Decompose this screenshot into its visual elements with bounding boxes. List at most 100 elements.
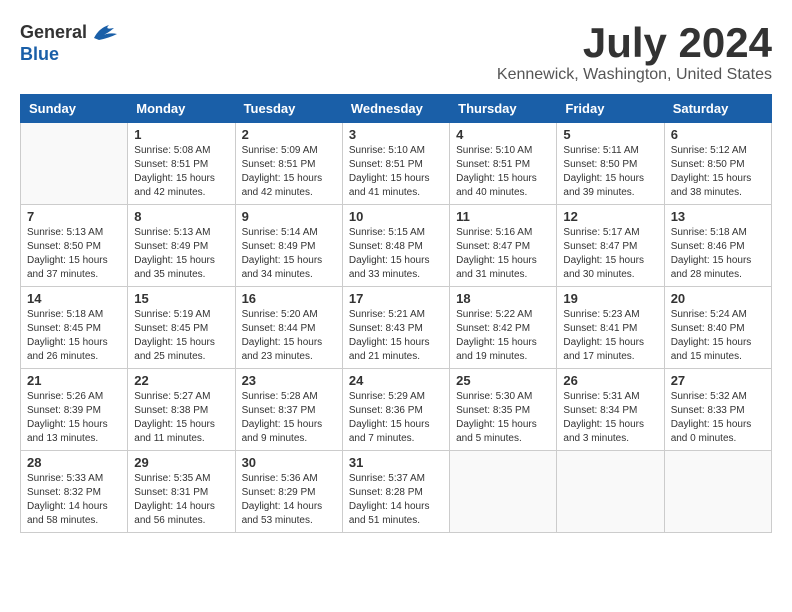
day-info: Sunrise: 5:10 AMSunset: 8:51 PMDaylight:… (456, 144, 550, 200)
header-thursday: Thursday (450, 95, 557, 123)
day-number: 27 (671, 373, 765, 388)
header-sunday: Sunday (21, 95, 128, 123)
day-info: Sunrise: 5:29 AMSunset: 8:36 PMDaylight:… (349, 390, 443, 446)
day-number: 7 (27, 209, 121, 224)
calendar-cell-w5-d5 (557, 451, 664, 533)
calendar-cell-w2-d4: 11 Sunrise: 5:16 AMSunset: 8:47 PMDayligh… (450, 205, 557, 287)
calendar-cell-w5-d3: 31 Sunrise: 5:37 AMSunset: 8:28 PMDayligh… (342, 451, 449, 533)
day-info: Sunrise: 5:19 AMSunset: 8:45 PMDaylight:… (134, 308, 228, 364)
day-number: 30 (242, 455, 336, 470)
day-number: 23 (242, 373, 336, 388)
calendar-cell-w1-d0 (21, 123, 128, 205)
day-number: 24 (349, 373, 443, 388)
day-number: 10 (349, 209, 443, 224)
day-info: Sunrise: 5:13 AMSunset: 8:49 PMDaylight:… (134, 226, 228, 282)
header-friday: Friday (557, 95, 664, 123)
day-number: 22 (134, 373, 228, 388)
day-number: 21 (27, 373, 121, 388)
day-info: Sunrise: 5:33 AMSunset: 8:32 PMDaylight:… (27, 472, 121, 528)
day-number: 16 (242, 291, 336, 306)
day-info: Sunrise: 5:22 AMSunset: 8:42 PMDaylight:… (456, 308, 550, 364)
calendar-cell-w3-d0: 14 Sunrise: 5:18 AMSunset: 8:45 PMDayligh… (21, 287, 128, 369)
calendar-cell-w2-d5: 12Sunrise: 5:17 AMSunset: 8:47 PMDayligh… (557, 205, 664, 287)
day-number: 18 (456, 291, 550, 306)
calendar-header-row: Sunday Monday Tuesday Wednesday Thursday… (21, 95, 772, 123)
day-info: Sunrise: 5:24 AMSunset: 8:40 PMDaylight:… (671, 308, 765, 364)
day-info: Sunrise: 5:37 AMSunset: 8:28 PMDaylight:… (349, 472, 443, 528)
header-tuesday: Tuesday (235, 95, 342, 123)
calendar-cell-w4-d2: 23 Sunrise: 5:28 AMSunset: 8:37 PMDayligh… (235, 369, 342, 451)
day-number: 31 (349, 455, 443, 470)
calendar-cell-w3-d2: 16 Sunrise: 5:20 AMSunset: 8:44 PMDayligh… (235, 287, 342, 369)
calendar-cell-w4-d3: 24 Sunrise: 5:29 AMSunset: 8:36 PMDayligh… (342, 369, 449, 451)
logo-bird-icon (89, 20, 119, 44)
calendar-cell-w1-d5: 5 Sunrise: 5:11 AMSunset: 8:50 PMDaylight… (557, 123, 664, 205)
calendar-cell-w3-d6: 20Sunrise: 5:24 AMSunset: 8:40 PMDayligh… (664, 287, 771, 369)
calendar-week-2: 7 Sunrise: 5:13 AMSunset: 8:50 PMDaylight… (21, 205, 772, 287)
day-number: 29 (134, 455, 228, 470)
day-number: 11 (456, 209, 550, 224)
day-info: Sunrise: 5:23 AMSunset: 8:41 PMDaylight:… (563, 308, 657, 364)
calendar-cell-w4-d4: 25Sunrise: 5:30 AMSunset: 8:35 PMDayligh… (450, 369, 557, 451)
calendar-table: Sunday Monday Tuesday Wednesday Thursday… (20, 94, 772, 533)
calendar-cell-w4-d5: 26 Sunrise: 5:31 AMSunset: 8:34 PMDayligh… (557, 369, 664, 451)
location-text: Kennewick, Washington, United States (497, 66, 772, 84)
day-info: Sunrise: 5:09 AMSunset: 8:51 PMDaylight:… (242, 144, 336, 200)
calendar-cell-w4-d1: 22 Sunrise: 5:27 AMSunset: 8:38 PMDayligh… (128, 369, 235, 451)
calendar-cell-w1-d6: 6 Sunrise: 5:12 AMSunset: 8:50 PMDaylight… (664, 123, 771, 205)
calendar-cell-w2-d2: 9Sunrise: 5:14 AMSunset: 8:49 PMDaylight… (235, 205, 342, 287)
title-section: July 2024 Kennewick, Washington, United … (497, 20, 772, 84)
header-wednesday: Wednesday (342, 95, 449, 123)
day-info: Sunrise: 5:28 AMSunset: 8:37 PMDaylight:… (242, 390, 336, 446)
day-info: Sunrise: 5:30 AMSunset: 8:35 PMDaylight:… (456, 390, 550, 446)
calendar-cell-w3-d1: 15 Sunrise: 5:19 AMSunset: 8:45 PMDayligh… (128, 287, 235, 369)
day-info: Sunrise: 5:31 AMSunset: 8:34 PMDaylight:… (563, 390, 657, 446)
day-info: Sunrise: 5:12 AMSunset: 8:50 PMDaylight:… (671, 144, 765, 200)
day-number: 8 (134, 209, 228, 224)
day-number: 1 (134, 127, 228, 142)
day-number: 19 (563, 291, 657, 306)
day-number: 9 (242, 209, 336, 224)
day-number: 15 (134, 291, 228, 306)
day-number: 26 (563, 373, 657, 388)
day-number: 5 (563, 127, 657, 142)
calendar-cell-w4-d6: 27Sunrise: 5:32 AMSunset: 8:33 PMDayligh… (664, 369, 771, 451)
day-info: Sunrise: 5:15 AMSunset: 8:48 PMDaylight:… (349, 226, 443, 282)
calendar-cell-w3-d5: 19 Sunrise: 5:23 AMSunset: 8:41 PMDayligh… (557, 287, 664, 369)
day-info: Sunrise: 5:16 AMSunset: 8:47 PMDaylight:… (456, 226, 550, 282)
calendar-week-3: 14 Sunrise: 5:18 AMSunset: 8:45 PMDayligh… (21, 287, 772, 369)
day-info: Sunrise: 5:10 AMSunset: 8:51 PMDaylight:… (349, 144, 443, 200)
day-number: 2 (242, 127, 336, 142)
day-info: Sunrise: 5:18 AMSunset: 8:45 PMDaylight:… (27, 308, 121, 364)
day-number: 6 (671, 127, 765, 142)
day-info: Sunrise: 5:13 AMSunset: 8:50 PMDaylight:… (27, 226, 121, 282)
day-info: Sunrise: 5:36 AMSunset: 8:29 PMDaylight:… (242, 472, 336, 528)
day-number: 3 (349, 127, 443, 142)
logo: General Blue (20, 20, 119, 65)
day-info: Sunrise: 5:17 AMSunset: 8:47 PMDaylight:… (563, 226, 657, 282)
day-info: Sunrise: 5:11 AMSunset: 8:50 PMDaylight:… (563, 144, 657, 200)
day-info: Sunrise: 5:20 AMSunset: 8:44 PMDaylight:… (242, 308, 336, 364)
header-saturday: Saturday (664, 95, 771, 123)
calendar-cell-w1-d2: 2 Sunrise: 5:09 AMSunset: 8:51 PMDaylight… (235, 123, 342, 205)
day-info: Sunrise: 5:27 AMSunset: 8:38 PMDaylight:… (134, 390, 228, 446)
calendar-cell-w2-d3: 10 Sunrise: 5:15 AMSunset: 8:48 PMDayligh… (342, 205, 449, 287)
calendar-cell-w2-d1: 8 Sunrise: 5:13 AMSunset: 8:49 PMDaylight… (128, 205, 235, 287)
calendar-cell-w3-d4: 18 Sunrise: 5:22 AMSunset: 8:42 PMDayligh… (450, 287, 557, 369)
day-info: Sunrise: 5:26 AMSunset: 8:39 PMDaylight:… (27, 390, 121, 446)
calendar-cell-w5-d1: 29Sunrise: 5:35 AMSunset: 8:31 PMDayligh… (128, 451, 235, 533)
calendar-week-4: 21 Sunrise: 5:26 AMSunset: 8:39 PMDayligh… (21, 369, 772, 451)
day-number: 17 (349, 291, 443, 306)
logo-blue-text: Blue (20, 44, 59, 65)
day-info: Sunrise: 5:08 AMSunset: 8:51 PMDaylight:… (134, 144, 228, 200)
calendar-cell-w3-d3: 17Sunrise: 5:21 AMSunset: 8:43 PMDayligh… (342, 287, 449, 369)
month-title: July 2024 (497, 20, 772, 66)
header-monday: Monday (128, 95, 235, 123)
calendar-cell-w1-d4: 4 Sunrise: 5:10 AMSunset: 8:51 PMDaylight… (450, 123, 557, 205)
day-number: 4 (456, 127, 550, 142)
calendar-week-5: 28Sunrise: 5:33 AMSunset: 8:32 PMDayligh… (21, 451, 772, 533)
day-number: 14 (27, 291, 121, 306)
calendar-cell-w5-d2: 30 Sunrise: 5:36 AMSunset: 8:29 PMDayligh… (235, 451, 342, 533)
day-info: Sunrise: 5:18 AMSunset: 8:46 PMDaylight:… (671, 226, 765, 282)
calendar-cell-w5-d0: 28Sunrise: 5:33 AMSunset: 8:32 PMDayligh… (21, 451, 128, 533)
